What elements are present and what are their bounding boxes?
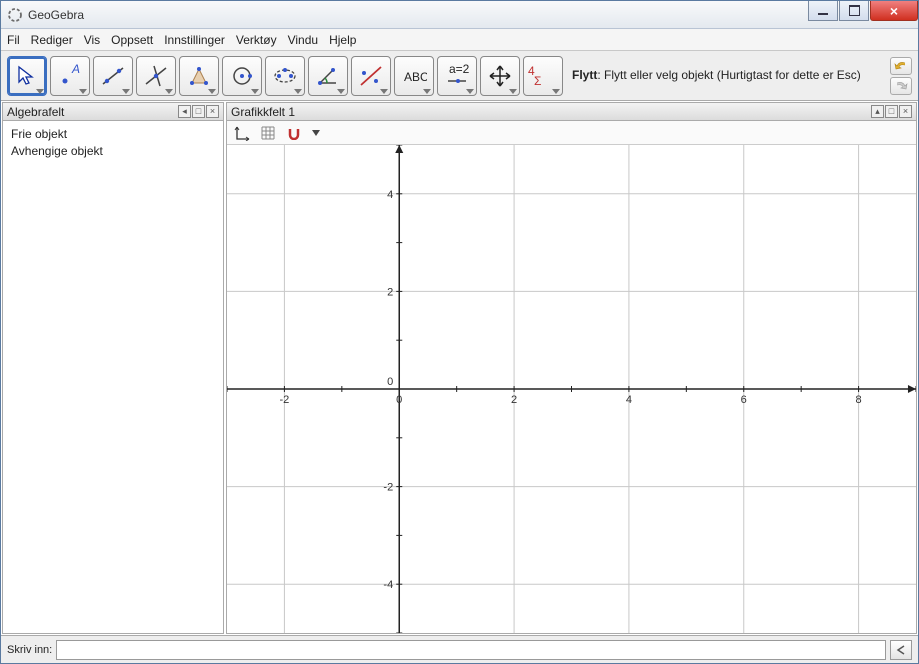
toolbar: A ABC [1,51,918,101]
svg-text:2: 2 [511,394,517,406]
algebra-dependent-objects: Avhengige objekt [11,144,215,158]
svg-text:6: 6 [741,394,747,406]
graphics-window-icon[interactable]: □ [885,105,898,118]
grid-toggle-icon[interactable] [259,124,277,142]
graphics-title: Grafikkfelt 1 [231,105,295,119]
svg-text:A: A [71,63,80,76]
tool-angle[interactable] [308,56,348,96]
minimize-button[interactable] [808,1,838,21]
svg-text:a=2: a=2 [449,63,470,76]
tool-polygon[interactable] [179,56,219,96]
menu-fil[interactable]: Fil [7,33,20,47]
svg-text:2: 2 [387,286,393,298]
app-logo-icon [7,7,23,23]
svg-text:0: 0 [396,394,402,406]
snap-icon[interactable] [285,124,303,142]
svg-text:8: 8 [856,394,862,406]
redo-button[interactable] [890,77,912,95]
menu-hjelp[interactable]: Hjelp [329,33,356,47]
tool-slider[interactable]: a=2 [437,56,477,96]
tool-circle[interactable] [222,56,262,96]
svg-text:ABC: ABC [404,70,427,84]
tool-translate-view[interactable] [480,56,520,96]
tool-hint: Flytt: Flytt eller velg objekt (Hurtigta… [566,67,887,84]
menu-innstillinger[interactable]: Innstillinger [164,33,225,47]
algebra-panel: Algebrafelt ◂ □ × Frie objekt Avhengige … [2,102,224,634]
inputbar: Skriv inn: [1,635,918,663]
tool-text[interactable]: ABC [394,56,434,96]
svg-text:0: 0 [387,376,393,388]
snap-dropdown-icon[interactable] [311,124,321,142]
menu-vis[interactable]: Vis [84,33,100,47]
tool-ellipse[interactable] [265,56,305,96]
svg-text:-2: -2 [280,394,290,406]
menubar: Fil Rediger Vis Oppsett Innstillinger Ve… [1,29,918,51]
algebra-window-icon[interactable]: □ [192,105,205,118]
graphics-canvas[interactable]: -2 0 2 4 6 8 -4 -2 2 4 0 [227,145,916,633]
input-help-button[interactable] [890,640,912,660]
graphics-toolbar [227,121,916,145]
algebra-minimize-icon[interactable]: ◂ [178,105,191,118]
svg-text:-4: -4 [383,579,393,591]
algebra-body[interactable]: Frie objekt Avhengige objekt [3,121,223,633]
maximize-button[interactable] [839,1,869,21]
svg-text:Σ: Σ [534,74,541,88]
svg-text:-2: -2 [383,482,393,494]
tool-point[interactable]: A [50,56,90,96]
graphics-minimize-icon[interactable]: ▴ [871,105,884,118]
menu-verktoy[interactable]: Verktøy [236,33,277,47]
close-button[interactable]: × [870,1,918,21]
graphics-close-icon[interactable]: × [899,105,912,118]
menu-rediger[interactable]: Rediger [31,33,73,47]
tool-reflect[interactable] [351,56,391,96]
tool-hint-name: Flytt [572,68,597,82]
svg-text:4: 4 [387,189,393,201]
svg-text:4: 4 [626,394,632,406]
axes-toggle-icon[interactable] [233,124,251,142]
tool-spreadsheet[interactable]: 4Σ [523,56,563,96]
tool-perpendicular[interactable] [136,56,176,96]
titlebar: GeoGebra × [1,1,918,29]
algebra-close-icon[interactable]: × [206,105,219,118]
menu-vindu[interactable]: Vindu [288,33,318,47]
graphics-panel: Grafikkfelt 1 ▴ □ × -2 0 2 [226,102,917,634]
tool-hint-text: : Flytt eller velg objekt (Hurtigtast fo… [597,68,860,82]
algebra-free-objects: Frie objekt [11,127,215,141]
input-label: Skriv inn: [7,644,52,656]
tool-line[interactable] [93,56,133,96]
tool-move[interactable] [7,56,47,96]
menu-oppsett[interactable]: Oppsett [111,33,153,47]
undo-button[interactable] [890,57,912,75]
input-field[interactable] [56,640,886,660]
app-title: GeoGebra [28,8,84,22]
algebra-title: Algebrafelt [7,105,64,119]
